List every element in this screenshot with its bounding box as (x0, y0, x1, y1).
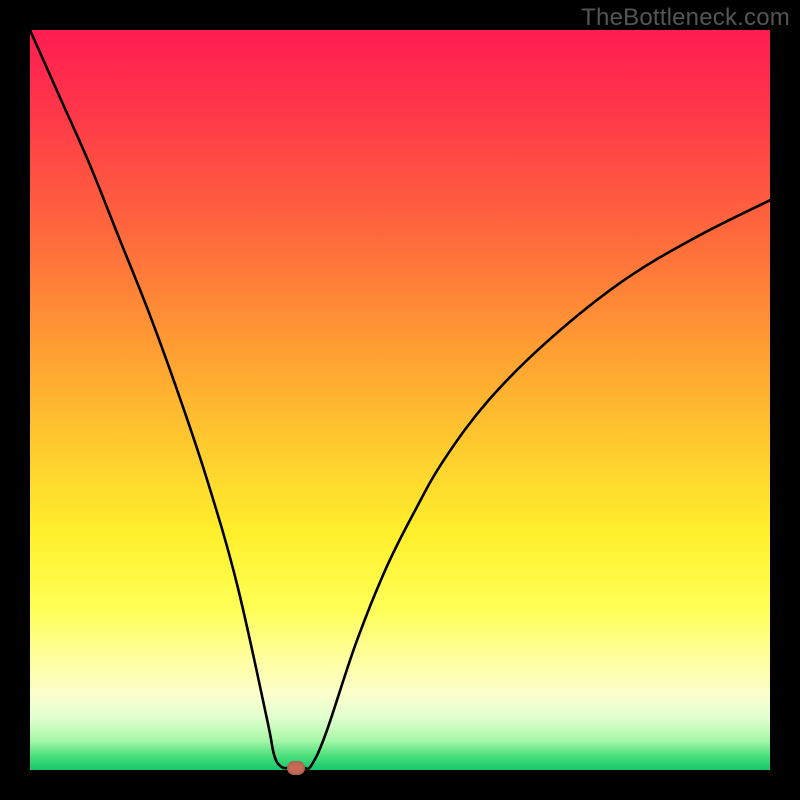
curve-svg (30, 30, 770, 770)
optimal-point-marker (287, 761, 305, 775)
bottleneck-curve-path (30, 30, 770, 769)
chart-frame: TheBottleneck.com (0, 0, 800, 800)
plot-area (30, 30, 770, 770)
watermark-text: TheBottleneck.com (581, 4, 790, 32)
